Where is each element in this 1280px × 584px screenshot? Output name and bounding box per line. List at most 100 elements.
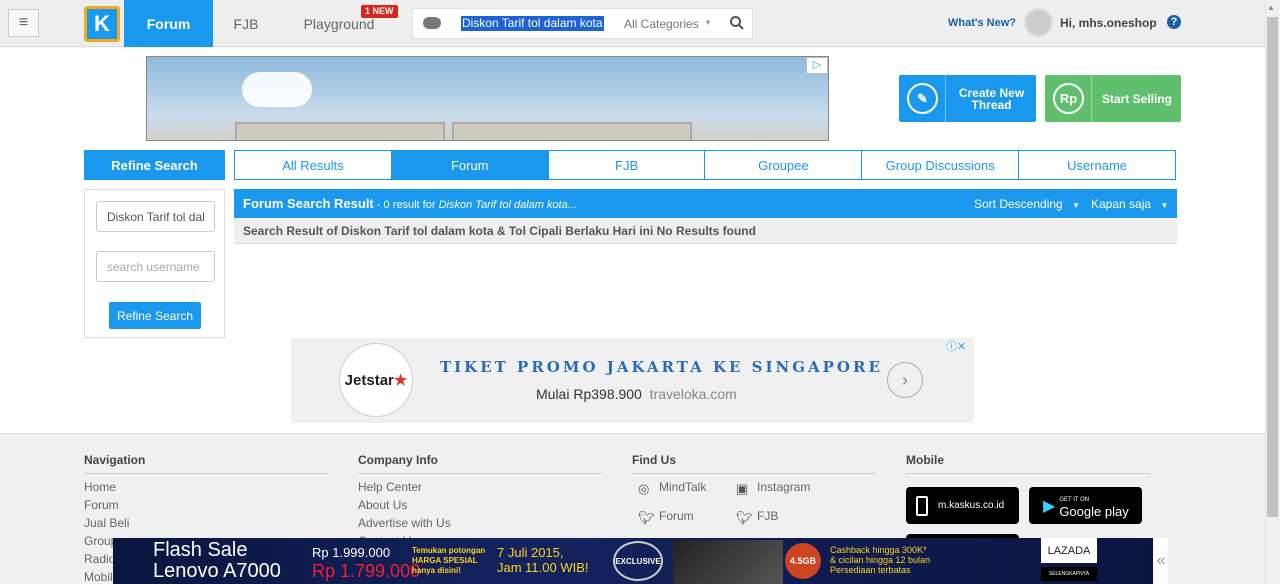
category-select[interactable]: All Categories — [624, 17, 699, 31]
mindtalk-icon: ◎ — [638, 481, 650, 496]
chevron-right-icon[interactable]: › — [887, 362, 923, 398]
footer-link-radio[interactable]: Radio — [84, 552, 115, 566]
flash-title-2: Lenovo A7000 — [153, 560, 281, 582]
flash-price-old: Rp 1.799.000 — [312, 561, 421, 581]
tab-all-results[interactable]: All Results — [235, 151, 392, 179]
sort-label: Sort Descending — [974, 197, 1063, 211]
refine-search-title: Refine Search — [84, 150, 225, 180]
lazada-cta[interactable]: SELENGKAPNYA — [1041, 567, 1097, 581]
footer-link-twitter-forum[interactable]: 🐦︎ Forum — [638, 509, 694, 525]
header-search-bar: Diskon Tarif tol dalam kota All Categori… — [412, 8, 753, 39]
button-divider — [945, 75, 946, 122]
tab-groupee[interactable]: Groupee — [705, 151, 863, 179]
footer-findus-title: Find Us — [632, 453, 876, 474]
refine-search-panel: Refine Search — [84, 189, 225, 338]
ad-domain: traveloka.com — [649, 386, 737, 402]
tab-group-discussions[interactable]: Group Discussions — [862, 151, 1020, 179]
user-greeting[interactable]: Hi, mhs.oneshop — [1060, 16, 1157, 30]
button-divider — [1091, 75, 1092, 122]
rupiah-icon: Rp — [1053, 83, 1084, 114]
mindtalk-label: MindTalk — [659, 480, 707, 494]
twitter-icon: 🐦︎ — [736, 510, 753, 525]
footer-link-about-us[interactable]: About Us — [358, 498, 407, 512]
sort-dropdown[interactable]: Sort Descending ▼ — [974, 197, 1080, 211]
search-icon[interactable] — [729, 15, 745, 31]
jetstar-logo: Jetstar ★ — [339, 343, 413, 417]
flash-sale-ad[interactable]: Flash Sale Lenovo A7000 Rp 1.999.000 Rp 1… — [113, 538, 1153, 584]
footer-company-title: Company Info — [358, 453, 602, 474]
instagram-label: Instagram — [757, 480, 811, 494]
scroll-up-icon[interactable]: ▲ — [1267, 3, 1275, 12]
flash-price-new: Rp 1.999.000 — [312, 545, 391, 560]
flash-date-2: Jam 11.00 WIB! — [497, 560, 589, 575]
adchoices-icon[interactable]: ⓘ✕ — [946, 338, 974, 353]
phone-icon — [916, 495, 928, 516]
create-thread-label: Create New Thread — [949, 75, 1034, 122]
top-ad-banner[interactable] — [146, 56, 829, 141]
google-play-button[interactable]: ▶ GET IT ON Google play — [1029, 487, 1142, 524]
footer-link-advertise[interactable]: Advertise with Us — [358, 516, 451, 530]
footer-link-home[interactable]: Home — [84, 480, 116, 494]
google-play-label: Google play — [1059, 503, 1129, 519]
mobile-site-button[interactable]: m.kaskus.co.id — [906, 487, 1019, 524]
play-store-icon: ▶ — [1043, 497, 1056, 515]
exclusive-badge: EXCLUSIVE — [613, 541, 663, 581]
ad-subtitle: Mulai Rp398.900 traveloka.com — [536, 386, 737, 402]
jetstar-ad-banner[interactable]: Jetstar ★ TIKET PROMO JAKARTA KE SINGAPOR… — [291, 338, 974, 423]
hamburger-menu-icon[interactable]: ≡ — [8, 9, 39, 37]
flash-promo-text: Temukan potongan HARGA SPESIAL hanya dis… — [412, 546, 486, 575]
keyword-input[interactable] — [96, 201, 215, 232]
time-filter-dropdown[interactable]: Kapan saja ▼ — [1091, 197, 1168, 211]
adchoices-icon[interactable]: ▷ — [806, 57, 828, 74]
flash-date: 7 Juli 2015, Jam 11.00 WIB! — [497, 545, 589, 575]
result-meta: - 0 result for Diskon Tarif tol dalam ko… — [374, 199, 577, 211]
footer-link-forum[interactable]: Forum — [84, 498, 119, 512]
whats-new-link[interactable]: What's New? — [948, 17, 1016, 29]
footer-link-instagram[interactable]: ▣ Instagram — [736, 480, 810, 496]
tab-forum[interactable]: Forum — [391, 151, 549, 179]
new-badge: 1 NEW — [361, 5, 398, 18]
mobile-site-label: m.kaskus.co.id — [938, 500, 1005, 511]
jetstar-brand: Jetstar — [344, 371, 394, 389]
star-icon: ★ — [393, 372, 408, 389]
start-selling-button[interactable]: Rp Start Selling — [1045, 75, 1181, 122]
instagram-icon: ▣ — [736, 481, 749, 496]
pencil-icon: ✎ — [907, 83, 938, 114]
footer-link-twitter-fjb[interactable]: 🐦︎ FJB — [736, 509, 778, 525]
chat-bubble-icon[interactable] — [423, 17, 441, 29]
refine-search-button[interactable]: Refine Search — [109, 302, 201, 329]
result-header: Forum Search Result - 0 result for Disko… — [234, 189, 1177, 218]
create-thread-line2: Thread — [971, 97, 1012, 112]
username-search-input[interactable] — [96, 251, 215, 282]
search-tabs: All Results Forum FJB Groupee Group Disc… — [234, 150, 1176, 180]
twitter-icon: 🐦︎ — [638, 510, 655, 525]
flash-ad-title: Flash Sale Lenovo A7000 — [153, 540, 281, 582]
tab-username[interactable]: Username — [1019, 151, 1175, 179]
footer-mobile-title: Mobile — [906, 453, 1150, 474]
flash-date-1: 7 Juli 2015, — [497, 545, 564, 560]
cashback-text: Cashback hingga 300K* & cicilan hingga 1… — [830, 545, 931, 575]
footer-link-help-center[interactable]: Help Center — [358, 480, 422, 494]
help-icon[interactable]: ? — [1167, 15, 1181, 29]
nav-forum[interactable]: Forum — [124, 0, 213, 47]
no-results-message: Search Result of Diskon Tarif tol dalam … — [234, 219, 1177, 244]
chevron-down-icon[interactable]: ▼ — [704, 18, 712, 27]
scrollbar-thumb[interactable] — [1267, 17, 1278, 517]
avatar[interactable] — [1024, 8, 1053, 37]
result-query: Diskon Tarif tol dalam kota... — [438, 199, 577, 211]
footer-link-jual-beli[interactable]: Jual Beli — [84, 516, 129, 530]
ad-title: TIKET PROMO JAKARTA KE SINGAPORE — [440, 358, 883, 376]
start-selling-label: Start Selling — [1101, 91, 1172, 106]
collapse-ad-icon[interactable]: « — [1154, 538, 1168, 584]
footer-navigation-title: Navigation — [84, 453, 328, 474]
create-new-thread-button[interactable]: ✎ Create New Thread — [899, 75, 1036, 122]
footer-link-mindtalk[interactable]: ◎ MindTalk — [638, 480, 706, 496]
kaskus-logo[interactable]: K — [84, 6, 120, 42]
twitter-forum-label: Forum — [659, 509, 694, 523]
result-count: - 0 result for — [373, 199, 439, 211]
tab-fjb[interactable]: FJB — [549, 151, 706, 179]
result-title-text: Forum Search Result — [243, 196, 374, 211]
header-search-input[interactable]: Diskon Tarif tol dalam kota — [461, 16, 604, 31]
nav-fjb[interactable]: FJB — [222, 0, 270, 47]
phone-image — [673, 540, 783, 584]
